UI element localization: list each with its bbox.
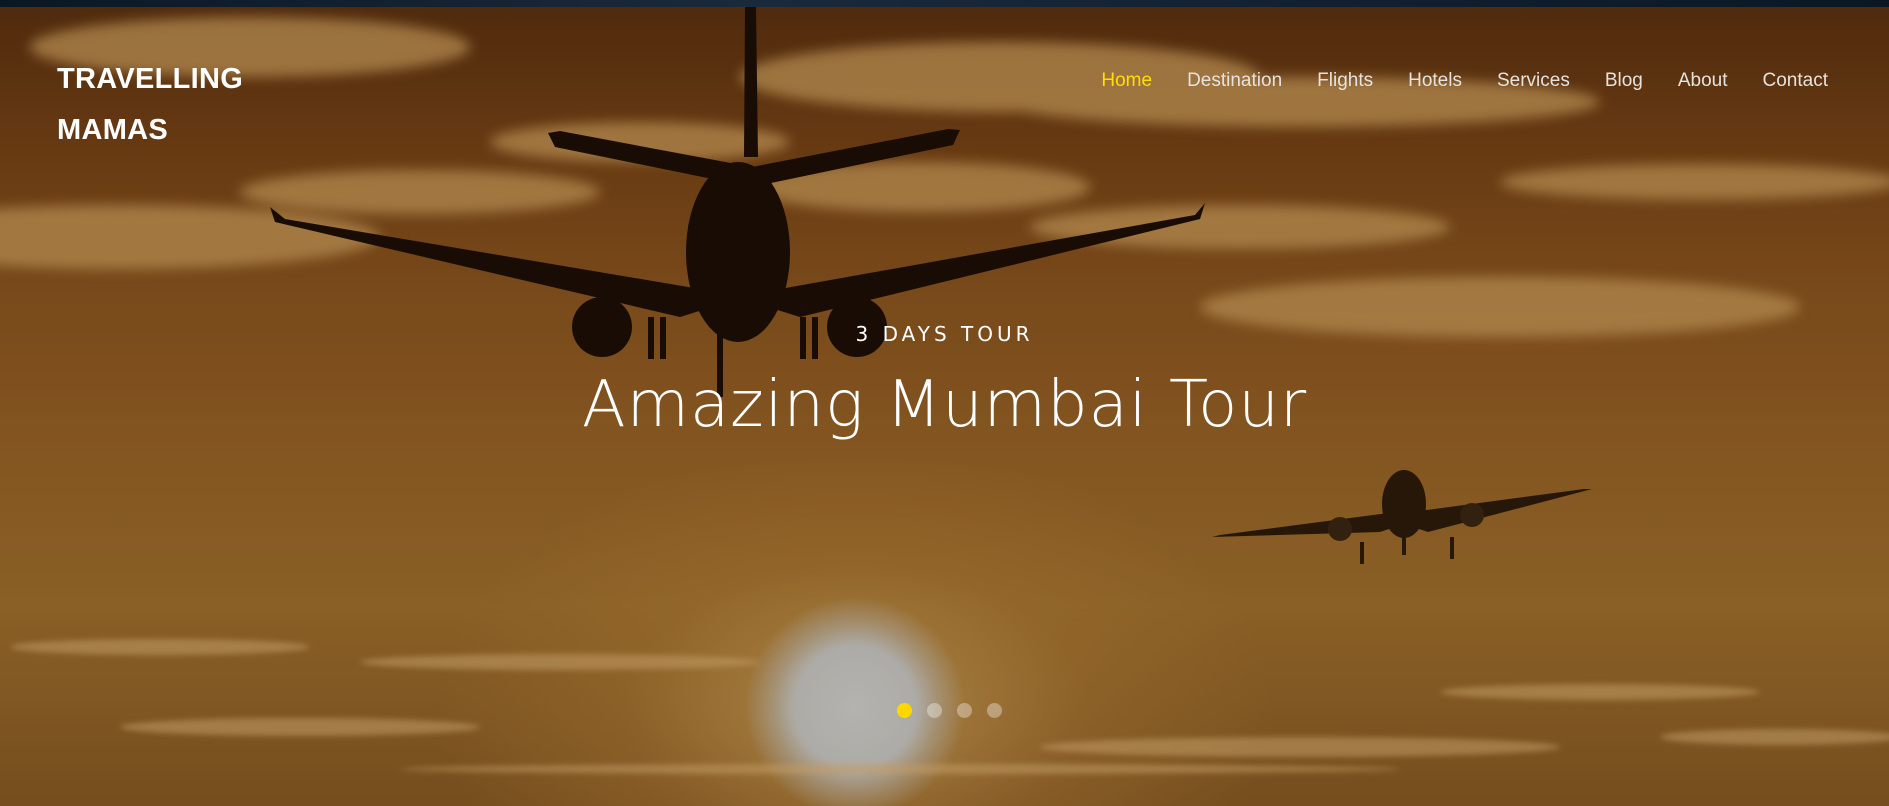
slider-dot-4[interactable] <box>987 703 1002 718</box>
slider-dot-2[interactable] <box>927 703 942 718</box>
logo-line-1: TRAVELLING <box>57 63 244 95</box>
nav-item-flights[interactable]: Flights <box>1317 70 1373 92</box>
logo-line-2: MAMAS <box>57 114 169 146</box>
slider-dot-3[interactable] <box>957 703 972 718</box>
hero-eyebrow: 3 DAYS TOUR <box>855 322 1034 346</box>
page: TRAVELLING MAMAS Home Destination Flight… <box>0 0 1889 806</box>
slider-pagination <box>897 703 1017 718</box>
nav-item-destination[interactable]: Destination <box>1187 70 1282 92</box>
nav-item-hotels[interactable]: Hotels <box>1408 70 1462 92</box>
nav-item-services[interactable]: Services <box>1497 70 1570 92</box>
top-strip <box>0 0 1889 7</box>
nav-item-home[interactable]: Home <box>1101 70 1152 92</box>
nav-item-about[interactable]: About <box>1678 70 1728 92</box>
site-logo[interactable]: TRAVELLING MAMAS <box>57 54 277 156</box>
hero-headline: Amazing Mumbai Tour <box>581 368 1308 442</box>
nav-item-contact[interactable]: Contact <box>1763 70 1828 92</box>
main-nav: Home Destination Flights Hotels Services… <box>1066 70 1828 92</box>
slider-dot-1[interactable] <box>897 703 912 718</box>
nav-item-blog[interactable]: Blog <box>1605 70 1643 92</box>
